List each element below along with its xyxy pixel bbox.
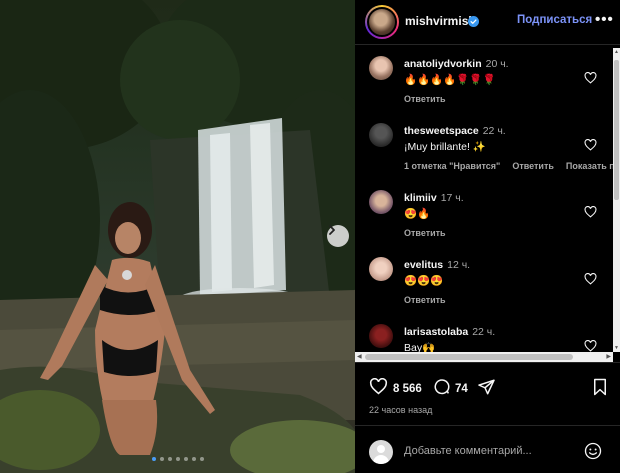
comment-username[interactable]: larisastolaba [404,326,468,338]
comment-username[interactable]: anatoliydvorkin [404,58,482,70]
comment-avatar[interactable] [369,324,393,348]
author-username[interactable]: mishvirmish [405,14,476,28]
author-avatar[interactable] [365,5,399,39]
reply-button[interactable]: Ответить [512,161,554,171]
photo-illustration [0,0,355,473]
comment-text: ¡Muy brillante! ✨ [404,141,486,153]
follow-button[interactable]: Подписаться [517,14,592,26]
post-actions-bar: 8 566 74 22 часов назад [355,362,620,422]
comment-item: evelitus 12 ч. 😍😍😍 Ответить [355,247,613,314]
share-paper-plane-icon[interactable] [477,378,496,401]
scrollbar-thumb[interactable] [365,354,573,360]
comments-count[interactable]: 74 [455,383,468,395]
more-options-icon[interactable]: ••• [595,11,614,28]
comment-username[interactable]: evelitus [404,259,443,271]
comment-time: 12 ч. [447,259,471,271]
comment-text: 🔥🔥🔥🔥🌹🌹🌹 [404,74,496,86]
scroll-down-icon[interactable]: ▼ [614,345,619,351]
carousel-dot [199,457,204,461]
comments-list: anatoliydvorkin 20 ч. 🔥🔥🔥🔥🌹🌹🌹 Ответить th… [355,46,620,352]
scrollbar-thumb[interactable] [614,60,619,200]
comment-input[interactable] [404,445,574,457]
comment-item: thesweetspace 22 ч. ¡Muy brillante! ✨ 1 о… [355,113,620,180]
comment-time: 22 ч. [482,125,506,137]
comment-text: 😍🔥 [404,208,431,220]
comment-time: 17 ч. [440,192,464,204]
reply-button[interactable]: Ответить [404,295,446,305]
carousel-dot [183,457,188,461]
scroll-up-icon[interactable]: ▲ [614,49,619,55]
chevron-right-icon [329,225,335,235]
verified-badge-icon [468,14,479,32]
comment-time: 22 ч. [472,326,496,338]
heart-icon[interactable] [584,71,597,89]
add-comment-bar [355,425,620,473]
carousel-dot [175,457,180,461]
carousel-dot [191,457,196,461]
reply-button[interactable]: Ответить [404,228,446,238]
carousel-dot [167,457,172,461]
post-header: mishvirmish Подписаться ••• [355,0,620,45]
heart-icon[interactable] [584,272,597,290]
comment-avatar[interactable] [369,56,393,80]
comment-time: 20 ч. [485,58,509,70]
comment-likes-link[interactable]: 1 отметка "Нравится" [404,161,500,171]
comment-item: larisastolaba 22 ч. Bay🙌 [355,314,613,352]
carousel-dot [151,457,156,461]
current-user-avatar [369,440,393,464]
carousel-indicator [0,457,355,461]
carousel-dot [159,457,164,461]
comment-bubble-icon[interactable] [433,378,451,401]
likes-count[interactable]: 8 566 [393,383,422,395]
post-photo[interactable] [0,0,355,473]
post-sidebar: mishvirmish Подписаться ••• anatoliydvor… [355,0,620,473]
scroll-left-icon[interactable]: ◀ [357,353,362,360]
like-heart-icon[interactable] [369,377,388,400]
comment-item: anatoliydvorkin 20 ч. 🔥🔥🔥🔥🌹🌹🌹 Ответить [355,46,613,113]
comment-avatar[interactable] [369,123,393,147]
comments-horizontal-scrollbar[interactable]: ◀ ▶ [355,352,613,362]
scroll-right-icon[interactable]: ▶ [606,353,611,360]
comment-username[interactable]: klimiiv [404,192,437,204]
comment-text: 😍😍😍 [404,275,444,287]
heart-icon[interactable] [584,138,597,156]
emoji-icon[interactable] [584,442,602,465]
comment-text: Bay🙌 [404,342,436,352]
comment-avatar[interactable] [369,190,393,214]
heart-icon[interactable] [584,205,597,223]
next-photo-button[interactable] [327,225,349,247]
comment-item: klimiiv 17 ч. 😍🔥 Ответить [355,180,613,247]
comment-username[interactable]: thesweetspace [404,125,479,137]
post-timestamp: 22 часов назад [369,405,433,415]
save-bookmark-icon[interactable] [592,378,608,401]
show-translation-link[interactable]: Показать пе [566,161,620,171]
comment-avatar[interactable] [369,257,393,281]
comments-vertical-scrollbar[interactable]: ▲ ▼ [613,48,620,352]
reply-button[interactable]: Ответить [404,94,446,104]
heart-icon[interactable] [584,339,597,352]
